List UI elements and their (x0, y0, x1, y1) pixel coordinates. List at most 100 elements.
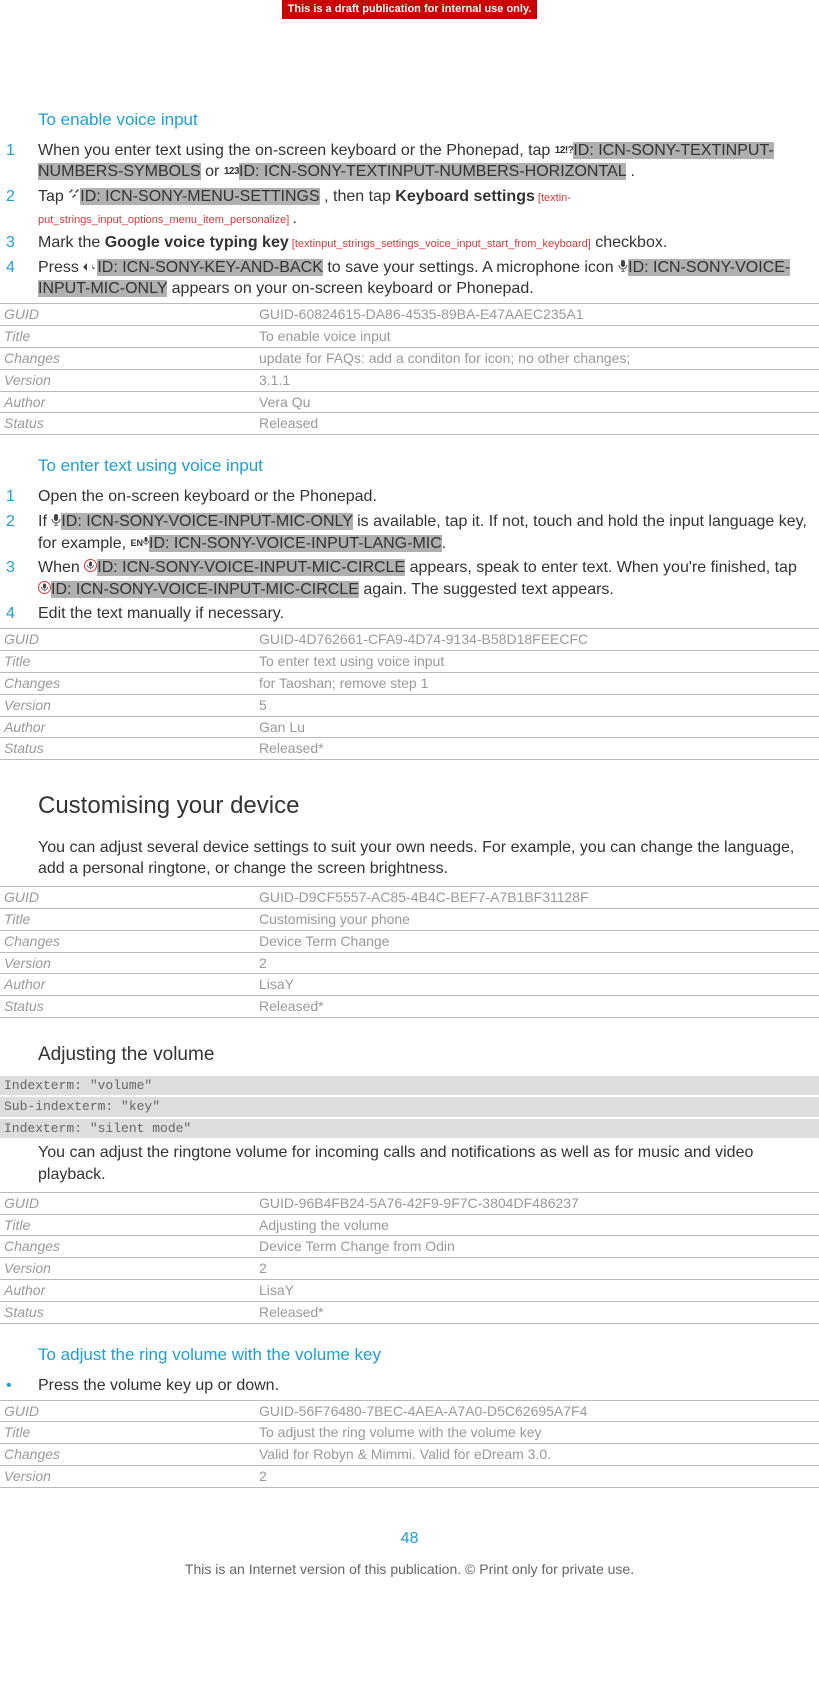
meta-val: Released* (255, 996, 819, 1018)
step-body: Tap ID: ICN-SONY-MENU-SETTINGS , then ta… (38, 186, 813, 229)
meta-val: 2 (255, 1258, 819, 1280)
id-ref: ID: ICN-SONY-KEY-AND-BACK (97, 259, 323, 276)
text: . (442, 535, 446, 552)
text: If (38, 513, 51, 530)
indexterm: Indexterm: "silent mode" (0, 1119, 819, 1139)
meta-key: Changes (0, 930, 255, 952)
heading-enable-voice-input: To enable voice input (38, 109, 819, 132)
step-body: When ID: ICN-SONY-VOICE-INPUT-MIC-CIRCLE… (38, 557, 813, 600)
step-4: 4 Press ID: ICN-SONY-KEY-AND-BACK to sav… (0, 257, 819, 303)
step-3: 3 Mark the Google voice typing key [text… (0, 232, 819, 257)
footer-text: This is an Internet version of this publ… (0, 1560, 819, 1579)
meta-val: 2 (255, 1466, 819, 1488)
microphone-icon (51, 511, 61, 533)
meta-val: Vera Qu (255, 391, 819, 413)
step-1: 1 Open the on-screen keyboard or the Pho… (0, 486, 819, 511)
step-2: 2 Tap ID: ICN-SONY-MENU-SETTINGS , then … (0, 186, 819, 232)
meta-key: GUID (0, 628, 255, 650)
meta-val: Released* (255, 738, 819, 760)
heading-enter-text-voice: To enter text using voice input (38, 455, 819, 478)
step-1: 1 When you enter text using the on-scree… (0, 140, 819, 186)
step-body: Open the on-screen keyboard or the Phone… (38, 486, 813, 508)
text: again. The suggested text appears. (359, 581, 614, 598)
meta-val: 2 (255, 952, 819, 974)
indexterm: Indexterm: "volume" (0, 1076, 819, 1096)
meta-key: Status (0, 413, 255, 435)
meta-key: Title (0, 1214, 255, 1236)
meta-key: Version (0, 1258, 255, 1280)
step-body: Mark the Google voice typing key [textin… (38, 232, 813, 254)
step-number: 2 (6, 511, 38, 533)
text: Tap (38, 188, 68, 205)
id-ref: ID: ICN-SONY-VOICE-INPUT-MIC-CIRCLE (97, 559, 405, 576)
meta-key: Changes (0, 1444, 255, 1466)
para-customising: You can adjust several device settings t… (38, 837, 813, 880)
meta-val: LisaY (255, 974, 819, 996)
step-4: 4 Edit the text manually if necessary. (0, 603, 819, 628)
meta-key: Version (0, 952, 255, 974)
meta-val: update for FAQs: add a conditon for icon… (255, 347, 819, 369)
meta-key: Title (0, 650, 255, 672)
meta-val: 5 (255, 694, 819, 716)
text: , then tap (320, 188, 396, 205)
meta-key: Version (0, 1466, 255, 1488)
meta-val: Device Term Change (255, 930, 819, 952)
text: appears, speak to enter text. When you'r… (405, 559, 797, 576)
step-number: 2 (6, 186, 38, 208)
meta-key: Title (0, 908, 255, 930)
meta-key: Title (0, 325, 255, 347)
meta-val: To enter text using voice input (255, 650, 819, 672)
text: Mark the (38, 234, 105, 251)
step-number: 1 (6, 486, 38, 508)
id-ref: ID: ICN-SONY-VOICE-INPUT-MIC-CIRCLE (51, 581, 359, 598)
back-icon (83, 257, 97, 279)
meta-val: GUID-96B4FB24-5A76-42F9-9F7C-3804DF48623… (255, 1192, 819, 1214)
meta-key: Changes (0, 347, 255, 369)
meta-val: To enable voice input (255, 325, 819, 347)
text: checkbox. (591, 234, 667, 251)
meta-val: Released* (255, 1302, 819, 1324)
step-2: 2 If ID: ICN-SONY-VOICE-INPUT-MIC-ONLY i… (0, 511, 819, 557)
step-body: When you enter text using the on-screen … (38, 140, 813, 183)
meta-val: Device Term Change from Odin (255, 1236, 819, 1258)
meta-val: GUID-4D762661-CFA9-4D74-9134-B58D18FEECF… (255, 628, 819, 650)
meta-key: Status (0, 738, 255, 760)
meta-key: Changes (0, 1236, 255, 1258)
id-ref: ID: ICN-SONY-TEXTINPUT-NUMBERS-HORIZONTA… (239, 163, 626, 180)
text: or (201, 163, 224, 180)
step-3: 3 When ID: ICN-SONY-VOICE-INPUT-MIC-CIRC… (0, 557, 819, 603)
meta-table-2: GUIDGUID-4D762661-CFA9-4D74-9134-B58D18F… (0, 628, 819, 760)
meta-table-1: GUIDGUID-60824615-DA86-4535-89BA-E47AAEC… (0, 303, 819, 435)
indexterm: Sub-indexterm: "key" (0, 1097, 819, 1117)
meta-val: 3.1.1 (255, 369, 819, 391)
page-number: 48 (0, 1528, 819, 1550)
text: appears on your on-screen keyboard or Ph… (167, 280, 533, 297)
meta-table-5: GUIDGUID-56F76480-7BEC-4AEA-A7A0-D5C6269… (0, 1400, 819, 1489)
meta-key: GUID (0, 304, 255, 326)
meta-val: Adjusting the volume (255, 1214, 819, 1236)
meta-val: Released (255, 413, 819, 435)
meta-key: GUID (0, 1192, 255, 1214)
step-number: 3 (6, 232, 38, 254)
heading-customising-device: Customising your device (38, 790, 819, 822)
steps-enable-voice-input: 1 When you enter text using the on-scree… (0, 140, 819, 303)
lang-mic-icon: EN (130, 537, 149, 549)
para-adjusting-volume: You can adjust the ringtone volume for i… (38, 1142, 813, 1185)
step-body: Press ID: ICN-SONY-KEY-AND-BACK to save … (38, 257, 813, 300)
meta-val: Gan Lu (255, 716, 819, 738)
meta-key: Author (0, 974, 255, 996)
heading-adjusting-volume: Adjusting the volume (38, 1042, 819, 1068)
text: . (292, 210, 296, 227)
meta-val: To adjust the ring volume with the volum… (255, 1422, 819, 1444)
mic-circle-icon (38, 579, 51, 601)
meta-val: LisaY (255, 1280, 819, 1302)
meta-key: GUID (0, 1400, 255, 1422)
text: EN (130, 538, 143, 548)
numbers-horizontal-icon: 123 (224, 165, 239, 179)
id-ref: ID: ICN-SONY-MENU-SETTINGS (80, 188, 319, 205)
meta-table-4: GUIDGUID-96B4FB24-5A76-42F9-9F7C-3804DF4… (0, 1192, 819, 1324)
draft-banner: This is a draft publication for internal… (282, 0, 538, 19)
step-body: Edit the text manually if necessary. (38, 603, 813, 625)
text: When you enter text using the on-screen … (38, 142, 555, 159)
meta-key: Version (0, 369, 255, 391)
